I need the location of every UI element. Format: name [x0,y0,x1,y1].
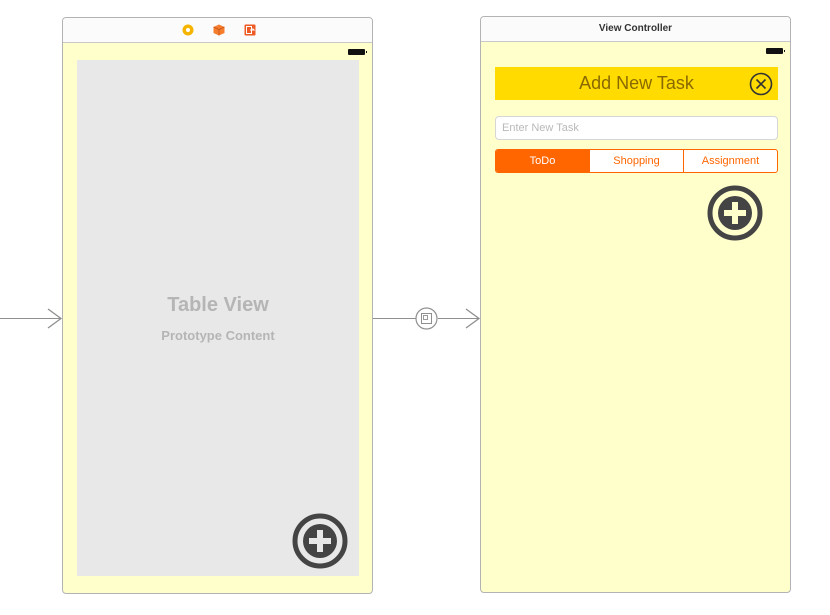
segue-icon[interactable] [415,307,438,330]
table-view-title: Table View [167,294,269,316]
segment-shopping[interactable]: Shopping [589,150,683,172]
battery-icon [348,49,367,55]
close-circle-icon[interactable] [749,72,773,96]
exit-icon[interactable] [244,24,256,36]
table-view-controller-scene[interactable]: Table View Prototype Content [62,17,373,594]
segment-todo[interactable]: ToDo [496,150,589,172]
table-view[interactable]: Table View Prototype Content [77,60,359,576]
new-task-placeholder: Enter New Task [502,122,579,134]
segment-assignment[interactable]: Assignment [683,150,777,172]
view-controller-icon[interactable] [182,24,194,36]
scene-title: View Controller [598,23,673,34]
scene-dock: View Controller [481,17,790,42]
header-title: Add New Task [579,73,694,93]
plus-circle-icon[interactable] [705,183,765,243]
task-category-segmented-control[interactable]: ToDo Shopping Assignment [495,149,778,173]
segue-arrow-head [465,308,481,329]
segue-line-left [373,318,416,319]
first-responder-icon[interactable] [213,24,225,36]
view-controller-scene[interactable]: View Controller Add New Task Enter New T… [480,16,791,593]
battery-icon [766,48,785,54]
table-view-subtitle: Prototype Content [161,328,275,343]
plus-circle-icon[interactable] [290,511,350,571]
header-bar: Add New Task [495,67,778,100]
scene-dock [63,18,372,43]
new-task-input[interactable]: Enter New Task [495,116,778,140]
entry-arrow-head [47,308,63,329]
